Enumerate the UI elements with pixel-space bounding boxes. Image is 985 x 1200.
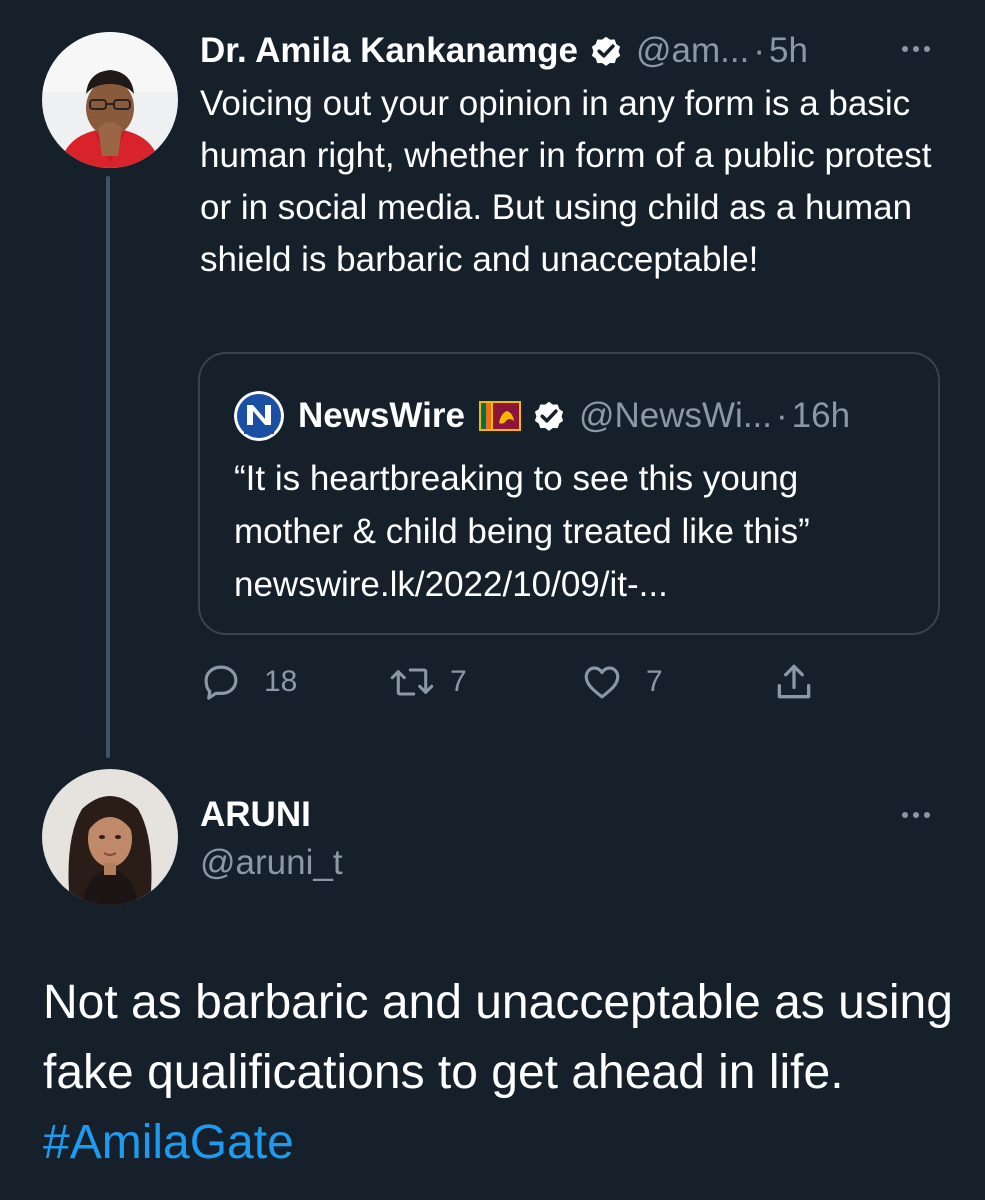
share-button[interactable]: [772, 660, 816, 704]
quoted-handle[interactable]: @NewsWi...: [579, 396, 772, 436]
like-button[interactable]: 7: [580, 660, 663, 704]
reply-text: Not as barbaric and unacceptable as usin…: [43, 976, 953, 1099]
author-handle[interactable]: @am...: [636, 31, 749, 71]
more-options-button[interactable]: [902, 46, 930, 52]
tweet-timestamp[interactable]: 5h: [769, 31, 808, 71]
more-dot: [913, 46, 919, 52]
separator-dot: ·: [776, 396, 788, 435]
reply-tweet-text: Not as barbaric and unacceptable as usin…: [43, 968, 963, 1178]
reply-author-display-name[interactable]: ARUNI: [200, 793, 311, 837]
more-dot: [924, 812, 930, 818]
author-avatar[interactable]: [42, 769, 178, 905]
more-options-button[interactable]: [902, 812, 930, 818]
more-dot: [913, 812, 919, 818]
quoted-link[interactable]: newswire.lk/2022/10/09/it-...: [234, 565, 668, 604]
verified-badge-icon: [591, 36, 621, 66]
verified-badge-icon: [534, 401, 564, 431]
newswire-logo-icon: [234, 391, 284, 441]
more-dot: [902, 46, 908, 52]
more-dot: [902, 812, 908, 818]
like-count: 7: [646, 665, 663, 698]
reply-icon: [204, 665, 238, 700]
sri-lanka-flag-icon: [478, 401, 521, 431]
thread-line: [106, 176, 110, 758]
share-icon: [777, 664, 811, 699]
separator-dot: ·: [753, 31, 765, 70]
person-avatar-icon: [42, 32, 178, 168]
author-display-name[interactable]: Dr. Amila Kankanamge: [200, 31, 578, 71]
reply-author-handle[interactable]: @aruni_t: [200, 841, 343, 885]
reply-button[interactable]: 18: [200, 660, 297, 704]
tweet-text: Voicing out your opinion in any form is …: [200, 84, 932, 279]
retweet-button[interactable]: 7: [388, 660, 467, 704]
author-avatar[interactable]: [42, 32, 178, 168]
quoted-timestamp[interactable]: 16h: [792, 396, 850, 436]
quoted-display-name[interactable]: NewsWire: [298, 396, 465, 436]
more-dot: [924, 46, 930, 52]
quoted-text: “It is heartbreaking to see this young m…: [234, 459, 810, 551]
retweet-icon: [390, 668, 434, 696]
reply-count: 18: [264, 665, 298, 698]
heart-icon: [584, 666, 620, 699]
quoted-tweet-header: NewsWire @NewsWi... · 16h: [234, 390, 850, 442]
hashtag-link[interactable]: #AmilaGate: [43, 1116, 294, 1169]
retweet-count: 7: [450, 665, 467, 698]
quoted-tweet-card[interactable]: NewsWire @NewsWi... · 16h “It is heartbr…: [198, 352, 940, 635]
tweet-header: Dr. Amila Kankanamge @am... · 5h: [200, 26, 808, 76]
person-avatar-icon: [42, 769, 178, 905]
quoted-tweet-text: “It is heartbreaking to see this young m…: [234, 452, 914, 611]
